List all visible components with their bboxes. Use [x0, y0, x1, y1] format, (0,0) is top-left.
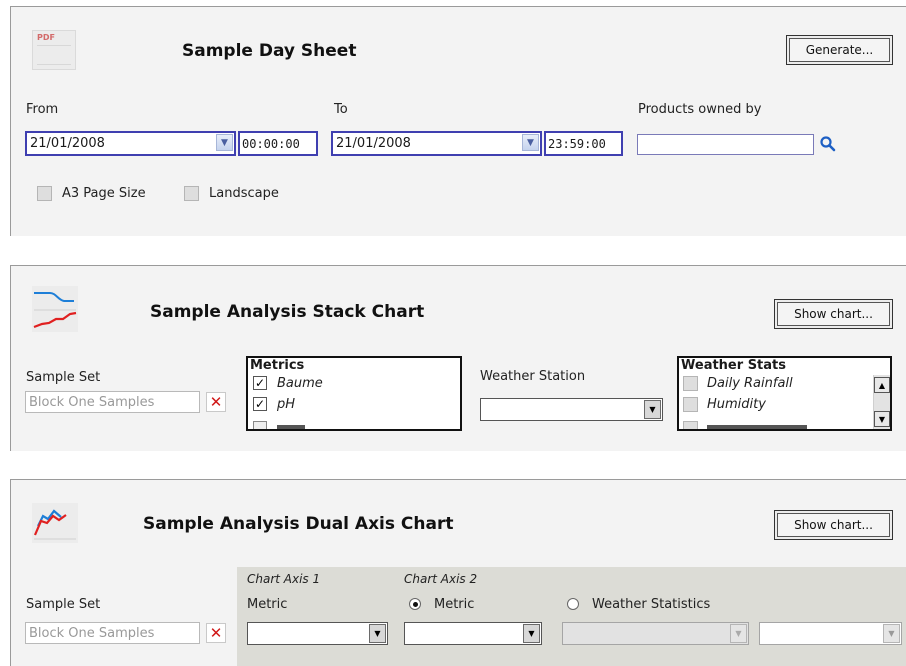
axis-2-metric-radio[interactable]	[409, 598, 421, 610]
a3-page-size-checkbox[interactable]	[37, 186, 52, 201]
list-item[interactable]: ✓ pH	[248, 395, 460, 417]
axis-2-weather-stat-select[interactable]: ▼	[759, 622, 902, 645]
sample-set-input[interactable]: Block One Samples	[25, 391, 200, 413]
weather-stat-checkbox[interactable]	[683, 397, 698, 412]
from-date-value: 21/01/2008	[30, 136, 105, 151]
pdf-icon: PDF	[32, 30, 76, 70]
chevron-down-icon[interactable]: ▼	[369, 624, 386, 643]
from-date-select[interactable]: 21/01/2008 ▼	[25, 131, 236, 156]
chart-axis-2-label: Chart Axis 2	[404, 572, 478, 586]
chevron-down-icon[interactable]: ▼	[522, 134, 539, 151]
metrics-header: Metrics	[250, 358, 305, 373]
landscape-checkbox[interactable]	[184, 186, 199, 201]
axis-2-metric-select[interactable]: ▼	[404, 622, 542, 645]
to-date-select[interactable]: 21/01/2008 ▼	[331, 131, 542, 156]
generate-button[interactable]: Generate...	[786, 35, 893, 65]
sample-set-placeholder: Block One Samples	[29, 625, 155, 641]
metric-checkbox[interactable]: ✓	[253, 397, 267, 411]
dual-axis-title: Sample Analysis Dual Axis Chart	[143, 514, 454, 534]
pdf-icon-label: PDF	[37, 33, 55, 42]
from-time-value: 00:00:00	[242, 136, 300, 151]
axis-2-weather-radio[interactable]	[567, 598, 579, 610]
chevron-down-icon[interactable]: ▼	[883, 624, 900, 643]
chart-axis-1-label: Chart Axis 1	[247, 572, 321, 586]
stack-chart-icon	[32, 286, 78, 332]
day-sheet-title: Sample Day Sheet	[182, 41, 357, 61]
list-item-partial	[679, 417, 890, 429]
stack-chart-title: Sample Analysis Stack Chart	[150, 302, 425, 322]
axis-1-metric-label: Metric	[247, 597, 288, 612]
sample-set-placeholder: Block One Samples	[29, 394, 155, 410]
to-date-value: 21/01/2008	[336, 136, 411, 151]
chevron-down-icon[interactable]: ▼	[644, 400, 661, 419]
clear-icon[interactable]: ✕	[206, 623, 226, 643]
sample-set-label: Sample Set	[26, 597, 101, 612]
weather-station-select[interactable]: ▼	[480, 398, 663, 421]
sample-set-label: Sample Set	[26, 370, 101, 385]
scroll-down-icon[interactable]: ▼	[874, 411, 890, 427]
to-time-value: 23:59:00	[548, 136, 606, 151]
weather-stat-label: Daily Rainfall	[707, 376, 793, 391]
weather-stat-checkbox[interactable]	[683, 376, 698, 391]
generate-button-label: Generate...	[789, 38, 890, 62]
list-item[interactable]: Humidity	[679, 395, 890, 417]
show-chart-button-label: Show chart...	[777, 302, 890, 326]
show-chart-button[interactable]: Show chart...	[774, 299, 893, 329]
weather-stats-scrollbar[interactable]: ▲ ▼	[873, 375, 890, 429]
dual-axis-panel: Sample Analysis Dual Axis Chart Show cha…	[10, 479, 906, 666]
chevron-down-icon: ▼	[730, 624, 747, 643]
metric-label: pH	[277, 397, 296, 412]
weather-stat-label: Humidity	[707, 397, 766, 412]
sample-set-input[interactable]: Block One Samples	[25, 622, 200, 644]
axis-2-weather-station-select: ▼	[562, 622, 749, 645]
chevron-down-icon[interactable]: ▼	[216, 134, 233, 151]
stack-chart-panel: Sample Analysis Stack Chart Show chart..…	[10, 265, 906, 451]
chart-axis-area	[237, 567, 906, 666]
search-icon[interactable]	[819, 135, 837, 153]
products-owned-by-label: Products owned by	[638, 102, 762, 117]
from-time-input[interactable]: 00:00:00	[238, 131, 318, 156]
weather-stats-listbox[interactable]: Weather Stats Daily Rainfall Humidity ▲ …	[677, 356, 892, 431]
metric-label: Baume	[277, 376, 323, 391]
list-item[interactable]: Daily Rainfall	[679, 373, 890, 395]
to-label: To	[334, 102, 348, 117]
axis-1-metric-select[interactable]: ▼	[247, 622, 388, 645]
products-owned-by-input[interactable]	[637, 134, 814, 155]
axis-2-metric-option: Metric	[434, 597, 475, 612]
landscape-label: Landscape	[209, 186, 279, 201]
scroll-up-icon[interactable]: ▲	[874, 377, 890, 393]
list-item[interactable]: ✓ Baume	[248, 373, 460, 395]
show-chart-button-label: Show chart...	[777, 513, 890, 537]
metrics-listbox[interactable]: Metrics ✓ Baume ✓ pH	[246, 356, 462, 431]
axis-2-weather-option: Weather Statistics	[592, 597, 711, 612]
from-label: From	[26, 102, 59, 117]
metric-checkbox[interactable]: ✓	[253, 376, 267, 390]
show-chart-button[interactable]: Show chart...	[774, 510, 893, 540]
weather-stats-header: Weather Stats	[681, 358, 786, 373]
to-time-input[interactable]: 23:59:00	[544, 131, 623, 156]
weather-station-label: Weather Station	[480, 369, 586, 384]
list-item-partial	[248, 417, 460, 429]
day-sheet-panel: PDF Sample Day Sheet Generate... From To…	[10, 6, 906, 236]
a3-page-size-label: A3 Page Size	[62, 186, 146, 201]
dual-axis-chart-icon	[32, 503, 78, 543]
chevron-down-icon[interactable]: ▼	[523, 624, 540, 643]
clear-icon[interactable]: ✕	[206, 392, 226, 412]
